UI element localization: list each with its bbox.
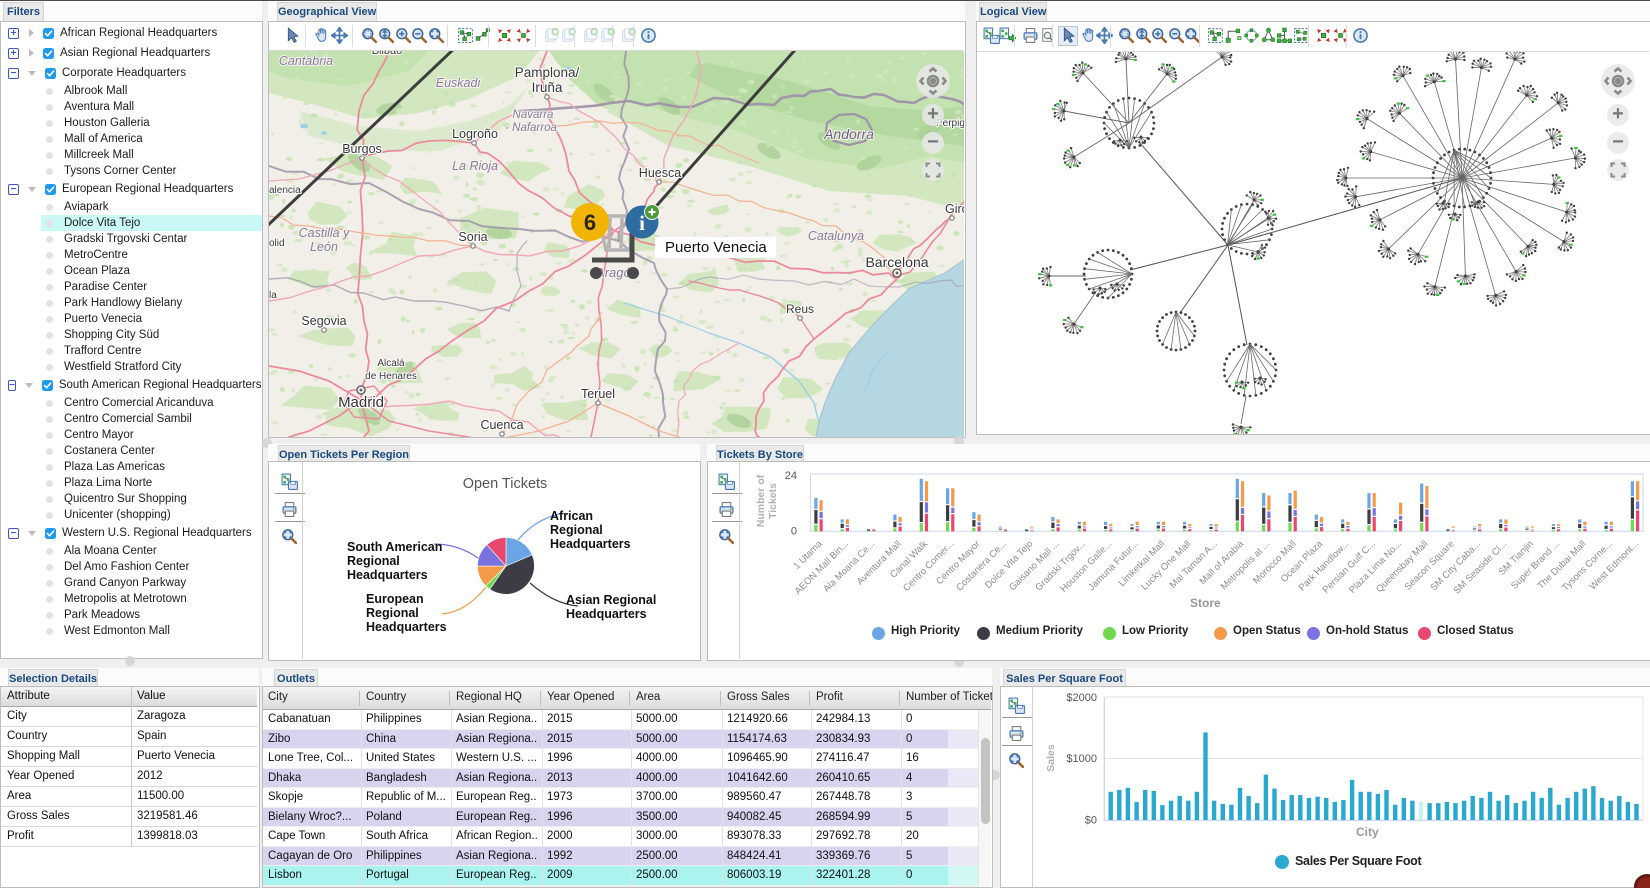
- svg-text:Euskadi: Euskadi: [436, 76, 482, 90]
- svg-text:Soria: Soria: [458, 230, 487, 244]
- svg-text:la: la: [269, 290, 277, 301]
- svg-text:Andorra: Andorra: [823, 126, 874, 142]
- svg-text:Reus: Reus: [786, 302, 814, 316]
- svg-text:Huesca: Huesca: [639, 166, 681, 180]
- svg-text:24: 24: [785, 470, 797, 482]
- svg-text:León: León: [310, 240, 338, 254]
- svg-text:Catalunya: Catalunya: [808, 229, 864, 243]
- svg-text:La Rioja: La Rioja: [452, 159, 498, 173]
- svg-text:alencia: alencia: [269, 185, 301, 196]
- svg-text:Cantabria: Cantabria: [279, 54, 333, 68]
- svg-text:Logroño: Logroño: [452, 127, 498, 141]
- svg-text:$0: $0: [1085, 815, 1097, 827]
- svg-text:Giron: Giron: [945, 202, 964, 216]
- svg-text:Navarra: Navarra: [513, 109, 554, 121]
- svg-text:- Nafarroa: - Nafarroa: [505, 122, 557, 134]
- svg-text:$2000: $2000: [1066, 692, 1097, 704]
- svg-text:Alcalá: Alcalá: [377, 358, 405, 369]
- svg-text:0: 0: [791, 525, 797, 537]
- svg-text:Puerto Venecia: Puerto Venecia: [665, 239, 767, 256]
- svg-text:Iruña: Iruña: [532, 80, 563, 95]
- svg-text:olid: olid: [269, 238, 285, 249]
- svg-text:Segovia: Segovia: [301, 314, 346, 328]
- svg-text:Burgos: Burgos: [342, 142, 382, 156]
- svg-text:de Henares: de Henares: [365, 371, 417, 382]
- svg-text:Teruel: Teruel: [581, 387, 615, 401]
- svg-text:i: i: [639, 211, 645, 235]
- svg-text:Barcelona: Barcelona: [865, 254, 928, 270]
- svg-text:6: 6: [584, 210, 596, 235]
- svg-text:Cuenca: Cuenca: [480, 418, 523, 432]
- svg-text:Madrid: Madrid: [338, 394, 384, 411]
- svg-text:Bilbao: Bilbao: [372, 51, 403, 57]
- svg-text:Castilla y: Castilla y: [299, 226, 350, 240]
- svg-text:Pamplona/: Pamplona/: [515, 65, 580, 80]
- svg-text:$1000: $1000: [1066, 753, 1097, 765]
